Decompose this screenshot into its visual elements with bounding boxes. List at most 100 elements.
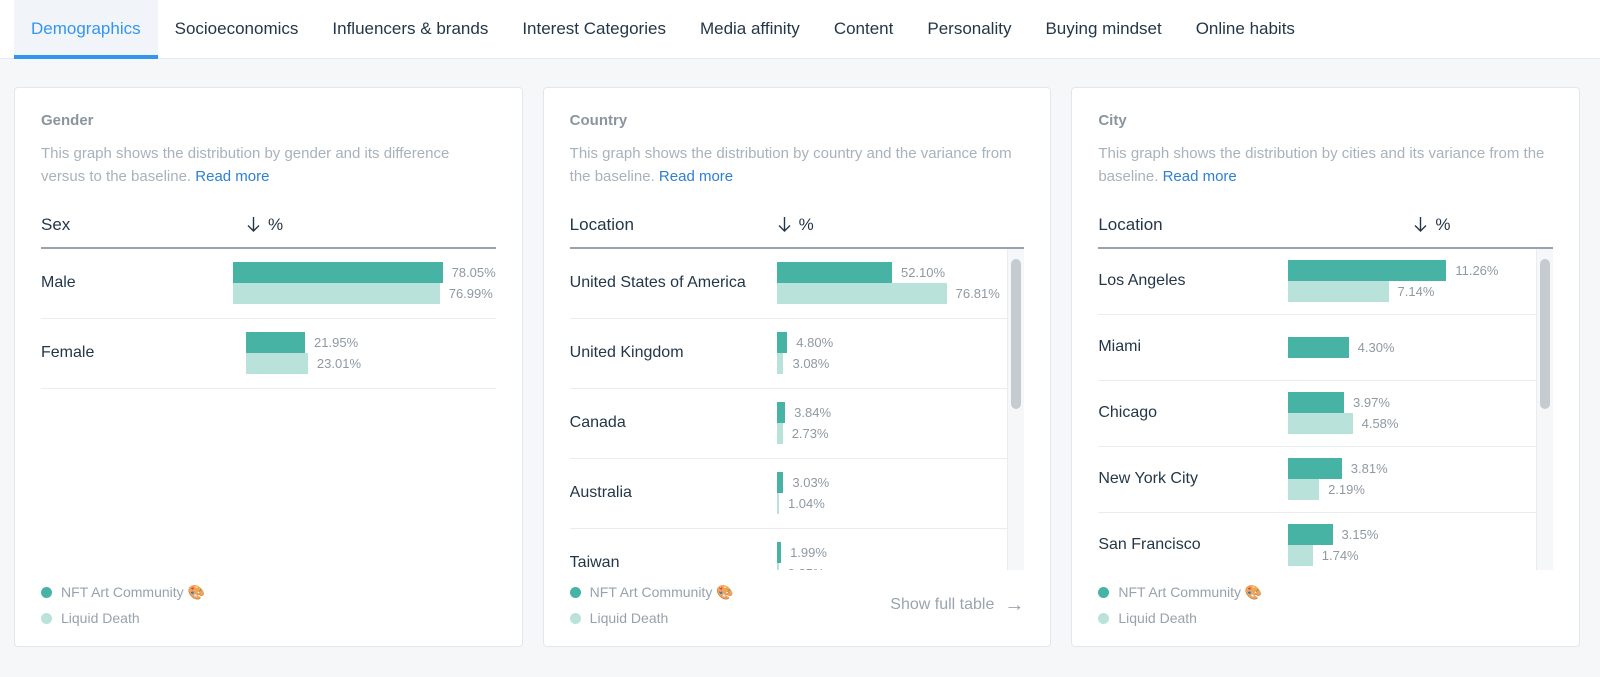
- baseline-value: 23.01%: [317, 356, 361, 371]
- baseline-value: 1.04%: [788, 496, 825, 511]
- primary-bar-line: 3.15%: [1288, 524, 1536, 545]
- read-more-link[interactable]: Read more: [659, 168, 733, 185]
- baseline-value: 7.14%: [1398, 284, 1435, 299]
- table-header: Location %: [1098, 215, 1553, 249]
- row-bars: 3.97% 4.58%: [1288, 392, 1536, 434]
- primary-bar-line: 11.26%: [1288, 260, 1536, 281]
- table-header: Location %: [570, 215, 1025, 249]
- tab-media-affinity[interactable]: Media affinity: [683, 0, 817, 58]
- baseline-bar-line: 2.73%: [777, 423, 1008, 444]
- legend-item-liquid-death: Liquid Death: [41, 610, 205, 626]
- card-description-text: This graph shows the distribution by cou…: [570, 145, 1012, 185]
- baseline-bar: [777, 283, 947, 304]
- primary-value: 4.30%: [1358, 340, 1395, 355]
- baseline-bar: [1288, 413, 1352, 434]
- baseline-bar: [777, 423, 783, 444]
- scrollbar-thumb[interactable]: [1540, 259, 1550, 409]
- card-gender: Gender This graph shows the distribution…: [14, 87, 523, 647]
- tab-interest-categories[interactable]: Interest Categories: [505, 0, 683, 58]
- column-header-sort[interactable]: %: [246, 215, 283, 235]
- percent-header-label: %: [1435, 215, 1450, 235]
- table-row: Canada 3.84% 2.73%: [570, 389, 1008, 459]
- baseline-value: 0.25%: [788, 566, 825, 570]
- percent-header-label: %: [799, 215, 814, 235]
- primary-bar-line: 4.80%: [777, 332, 1008, 353]
- tab-label: Interest Categories: [522, 19, 666, 39]
- baseline-bar-line: 1.04%: [777, 493, 1008, 514]
- legend-label: NFT Art Community 🎨: [61, 584, 205, 601]
- column-header-sort[interactable]: %: [777, 215, 814, 235]
- legend-item-nft-art-community: NFT Art Community 🎨: [41, 584, 205, 601]
- sort-descending-icon: [1413, 216, 1428, 233]
- card-title: Country: [570, 112, 1025, 129]
- scrollbar-thumb[interactable]: [1011, 259, 1021, 409]
- tab-online-habits[interactable]: Online habits: [1179, 0, 1312, 58]
- primary-bar-line: 3.97%: [1288, 392, 1536, 413]
- tab-socioeconomics[interactable]: Socioeconomics: [158, 0, 316, 58]
- primary-value: 3.84%: [794, 405, 831, 420]
- row-bars: 3.81% 2.19%: [1288, 458, 1536, 500]
- tab-label: Buying mindset: [1045, 19, 1161, 39]
- tab-personality[interactable]: Personality: [910, 0, 1028, 58]
- tab-influencers-brands[interactable]: Influencers & brands: [315, 0, 505, 58]
- legend-label: NFT Art Community 🎨: [590, 584, 734, 601]
- primary-bar: [246, 332, 305, 353]
- row-bars: 78.05% 76.99%: [233, 262, 496, 304]
- primary-value: 4.80%: [796, 335, 833, 350]
- tab-list: Demographics Socioeconomics Influencers …: [14, 0, 1312, 58]
- legend-item-liquid-death: Liquid Death: [1098, 610, 1262, 626]
- row-label: Taiwan: [570, 551, 777, 570]
- tab-label: Influencers & brands: [332, 19, 488, 39]
- table-row: Los Angeles 11.26% 7.14%: [1098, 249, 1536, 315]
- sort-descending-icon: [777, 216, 792, 233]
- baseline-bar-line: 4.58%: [1288, 413, 1536, 434]
- table-body: United States of America 52.10% 76.81% U…: [570, 249, 1025, 571]
- row-label: San Francisco: [1098, 533, 1288, 556]
- primary-bar-line: 3.84%: [777, 402, 1008, 423]
- legend-label: NFT Art Community 🎨: [1118, 584, 1262, 601]
- show-full-table-label: Show full table: [890, 596, 994, 614]
- row-bars: 1.99% 0.25%: [777, 542, 1008, 570]
- row-bars: 3.84% 2.73%: [777, 402, 1008, 444]
- table-body: Los Angeles 11.26% 7.14% Miami 4.30% Chi…: [1098, 249, 1553, 571]
- card-footer: NFT Art Community 🎨 Liquid Death →: [41, 570, 496, 626]
- tab-buying-mindset[interactable]: Buying mindset: [1028, 0, 1178, 58]
- card-grid: Gender This graph shows the distribution…: [14, 87, 1580, 647]
- baseline-bar-line: 2.19%: [1288, 479, 1536, 500]
- table-row: United Kingdom 4.80% 3.08%: [570, 319, 1008, 389]
- table-rows: Male 78.05% 76.99% Female 21.95% 23.01%: [41, 249, 496, 389]
- table-row: Miami 4.30%: [1098, 315, 1536, 381]
- row-label: Canada: [570, 411, 777, 434]
- read-more-link[interactable]: Read more: [1163, 168, 1237, 185]
- tab-label: Socioeconomics: [175, 19, 299, 39]
- primary-bar: [777, 472, 784, 493]
- primary-bar: [1288, 392, 1344, 413]
- legend-label: Liquid Death: [590, 610, 669, 626]
- table-row: United States of America 52.10% 76.81%: [570, 249, 1008, 319]
- legend-dot-icon: [570, 587, 581, 598]
- arrow-right-icon: →: [1004, 595, 1024, 615]
- legend: NFT Art Community 🎨 Liquid Death: [1098, 584, 1262, 626]
- card-city: City This graph shows the distribution b…: [1071, 87, 1580, 647]
- legend-dot-icon: [41, 587, 52, 598]
- baseline-bar: [233, 283, 440, 304]
- primary-bar-line: 4.30%: [1288, 337, 1536, 358]
- table-row: Female 21.95% 23.01%: [41, 319, 496, 389]
- baseline-bar: [1288, 479, 1319, 500]
- card-title: Gender: [41, 112, 496, 129]
- row-label: Chicago: [1098, 401, 1288, 424]
- baseline-value: 2.73%: [792, 426, 829, 441]
- read-more-link[interactable]: Read more: [195, 168, 269, 185]
- sort-descending-icon: [246, 216, 261, 233]
- row-bars: 11.26% 7.14%: [1288, 260, 1536, 302]
- tab-label: Online habits: [1196, 19, 1295, 39]
- legend-dot-icon: [570, 613, 581, 624]
- table-header: Sex %: [41, 215, 496, 249]
- tab-content[interactable]: Content: [817, 0, 911, 58]
- show-full-table-link[interactable]: Show full table →: [890, 595, 1024, 615]
- tab-demographics[interactable]: Demographics: [14, 0, 158, 58]
- card-footer: NFT Art Community 🎨 Liquid Death →: [1098, 570, 1553, 626]
- legend-dot-icon: [1098, 613, 1109, 624]
- column-header-sort[interactable]: %: [1413, 215, 1450, 235]
- baseline-bar-line: 7.14%: [1288, 281, 1536, 302]
